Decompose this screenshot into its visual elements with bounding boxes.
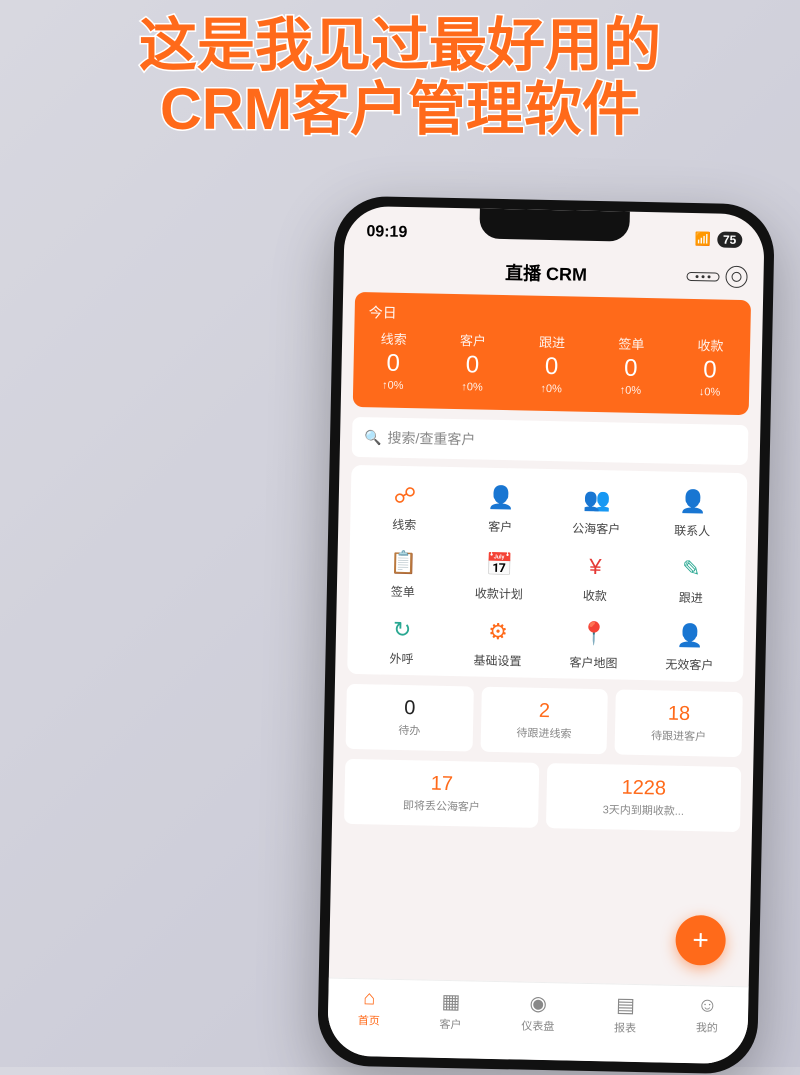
miniprogram-menu-button[interactable]: [686, 271, 719, 281]
settings-item[interactable]: ⚙基础设置: [449, 615, 546, 670]
headline-line2: CRM客户管理软件: [0, 78, 800, 142]
public-customer-item[interactable]: 👥公海客户: [548, 483, 645, 538]
lead-item[interactable]: ☍线索: [356, 479, 453, 534]
stat-cards-row1: 0待办2待跟进线索18待跟进客户: [346, 684, 743, 757]
invalid-item[interactable]: 👤无效客户: [641, 619, 738, 674]
hero-stat-1[interactable]: 客户0↑0%: [432, 330, 513, 395]
search-icon: 🔍: [364, 429, 382, 446]
map-icon: 📍: [578, 618, 611, 651]
promo-headline: 这是我见过最好用的 CRM客户管理软件: [0, 14, 800, 142]
stat-card-0[interactable]: 0待办: [346, 684, 474, 752]
headline-line1: 这是我见过最好用的: [0, 14, 800, 78]
customer-icon: 👤: [485, 482, 518, 515]
bottom-tabbar: ⌂首页 ▦客户 ◉仪表盘 ▤报表 ☺我的: [327, 978, 749, 1065]
tab-customers-tab[interactable]: ▦客户: [439, 989, 462, 1032]
hero-stat-0[interactable]: 线索0↑0%: [353, 328, 434, 393]
stat-card-4[interactable]: 12283天内到期收款...: [546, 763, 741, 832]
plan-item[interactable]: 📅收款计划: [451, 548, 548, 603]
followup-item[interactable]: ✎跟进: [643, 552, 740, 607]
miniprogram-close-button[interactable]: [725, 266, 747, 288]
payment-icon: ¥: [579, 551, 612, 584]
search-input[interactable]: 🔍 搜索/查重客户: [352, 417, 749, 465]
stat-card-1[interactable]: 2待跟进线索: [480, 687, 608, 755]
sign-item[interactable]: 📋签单: [355, 546, 452, 601]
dashboard-icon: ◉: [522, 991, 556, 1017]
battery-indicator: 75: [717, 231, 743, 248]
call-item[interactable]: ↻外呼: [353, 613, 450, 668]
sign-icon: 📋: [387, 547, 420, 580]
contact-icon: 👤: [676, 486, 709, 519]
stat-card-2[interactable]: 18待跟进客户: [615, 689, 743, 757]
search-placeholder: 搜索/查重客户: [387, 428, 475, 450]
add-fab-button[interactable]: +: [675, 915, 726, 966]
report-icon: ▤: [614, 993, 637, 1018]
tab-profile[interactable]: ☺我的: [696, 994, 719, 1035]
status-time: 09:19: [366, 223, 407, 242]
hero-stat-2[interactable]: 跟进0↑0%: [511, 331, 592, 396]
phone-frame: 09:19 📶 75 直播 CRM 今日 线索0↑0%客户0↑0%跟进0↑0%签…: [317, 195, 775, 1074]
invalid-icon: 👤: [674, 620, 707, 653]
feature-grid: ☍线索👤客户👥公海客户👤联系人 📋签单📅收款计划¥收款✎跟进 ↻外呼⚙基础设置📍客户…: [347, 465, 747, 682]
lead-icon: ☍: [389, 480, 422, 513]
stat-card-3[interactable]: 17即将丢公海客户: [344, 759, 539, 828]
wifi-icon: 📶: [695, 231, 712, 247]
plan-icon: 📅: [483, 549, 516, 582]
tab-report[interactable]: ▤报表: [614, 993, 637, 1036]
stat-cards-row2: 17即将丢公海客户12283天内到期收款...: [344, 759, 741, 832]
contact-item[interactable]: 👤联系人: [644, 485, 741, 540]
tab-home[interactable]: ⌂首页: [358, 987, 381, 1028]
notch: [479, 209, 630, 242]
map-item[interactable]: 📍客户地图: [545, 617, 642, 672]
hero-stat-4[interactable]: 收款0↓0%: [670, 335, 751, 400]
public-customer-icon: 👥: [581, 484, 614, 517]
profile-icon: ☺: [696, 994, 718, 1017]
hero-stat-3[interactable]: 签单0↑0%: [591, 333, 672, 398]
today-stats-panel: 今日 线索0↑0%客户0↑0%跟进0↑0%签单0↑0%收款0↓0%: [353, 292, 751, 415]
app-title: 直播 CRM: [505, 259, 588, 287]
home-icon: ⌂: [358, 987, 380, 1010]
followup-icon: ✎: [675, 553, 708, 586]
call-icon: ↻: [386, 614, 419, 647]
tab-dashboard[interactable]: ◉仪表盘: [521, 991, 555, 1035]
customers-tab-icon: ▦: [440, 989, 463, 1014]
payment-item[interactable]: ¥收款: [547, 550, 644, 605]
settings-icon: ⚙: [482, 616, 515, 649]
customer-item[interactable]: 👤客户: [452, 481, 549, 536]
